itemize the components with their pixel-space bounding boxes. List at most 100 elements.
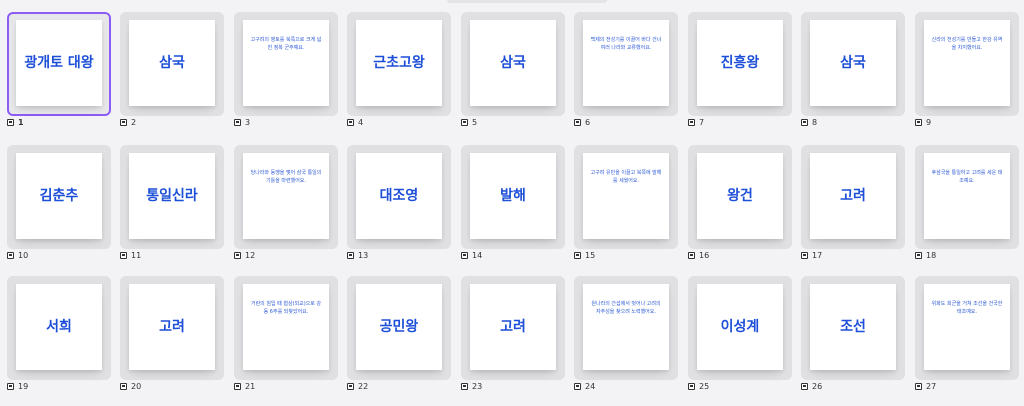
slide-thumbnail[interactable]: 발해 14 — [461, 145, 565, 263]
slide-frame[interactable]: 이성계 — [688, 276, 792, 380]
slide-frame[interactable]: 신라의 전성기를 만들고 한강 유역을 차지했어요. — [915, 12, 1019, 116]
slide-thumbnail[interactable]: 고려 17 — [801, 145, 905, 263]
slide-thumbnail[interactable]: 삼국 8 — [801, 12, 905, 130]
slide-footer: 19 — [7, 381, 28, 391]
slide-frame[interactable]: 김춘추 — [7, 145, 111, 249]
slide-footer: 27 — [915, 381, 936, 391]
slide-thumbnail[interactable]: 광개토 대왕 1 — [7, 12, 111, 130]
slide-frame[interactable]: 고려 — [801, 145, 905, 249]
slide-icon — [347, 382, 354, 390]
slide-number: 27 — [926, 381, 937, 391]
slide-number: 24 — [585, 381, 596, 391]
slide-icon — [347, 251, 354, 259]
slide-number: 7 — [699, 117, 705, 127]
slide-frame[interactable]: 후삼국을 통일하고 고려를 세운 태조예요. — [915, 145, 1019, 249]
slide-footer: 2 — [120, 117, 136, 127]
slide-thumbnail[interactable]: 후삼국을 통일하고 고려를 세운 태조예요. 18 — [915, 145, 1019, 263]
slide-thumbnail[interactable]: 원나라의 간섭에서 벗어나 고려의 자주성을 찾으려 노력했어요. 24 — [574, 276, 678, 394]
slide-frame[interactable]: 삼국 — [120, 12, 224, 116]
slide-footer: 17 — [801, 250, 822, 260]
slide-body-text: 백제의 전성기를 이끌어 바다 건너 여러 나라와 교류했어요. — [590, 37, 662, 51]
slide-body-text: 위화도 회군을 거쳐 조선을 건국한 태조예요. — [931, 301, 1003, 315]
slide-thumbnail[interactable]: 통일신라 11 — [120, 145, 224, 263]
slide-icon — [915, 382, 922, 390]
slide-card: 진흥왕 — [697, 20, 783, 106]
slide-card: 왕건 — [697, 153, 783, 239]
slide-number: 25 — [699, 381, 710, 391]
slide-frame[interactable]: 원나라의 간섭에서 벗어나 고려의 자주성을 찾으려 노력했어요. — [574, 276, 678, 380]
slide-frame[interactable]: 통일신라 — [120, 145, 224, 249]
slide-footer: 12 — [234, 250, 255, 260]
slide-frame[interactable]: 고려 — [461, 276, 565, 380]
slide-number: 11 — [131, 250, 142, 260]
slide-thumbnail[interactable]: 고려 20 — [120, 276, 224, 394]
slide-thumbnail[interactable]: 이성계 25 — [688, 276, 792, 394]
slide-number: 22 — [358, 381, 369, 391]
slide-thumbnail[interactable]: 서희 19 — [7, 276, 111, 394]
slide-icon — [574, 251, 581, 259]
slide-frame[interactable]: 고려 — [120, 276, 224, 380]
slide-thumbnail[interactable]: 조선 26 — [801, 276, 905, 394]
slide-thumbnail[interactable]: 고려 23 — [461, 276, 565, 394]
slide-frame[interactable]: 삼국 — [801, 12, 905, 116]
slide-frame[interactable]: 위화도 회군을 거쳐 조선을 건국한 태조예요. — [915, 276, 1019, 380]
slide-number: 6 — [585, 117, 591, 127]
slide-thumbnail[interactable]: 공민왕 22 — [347, 276, 451, 394]
slide-thumbnail[interactable]: 삼국 2 — [120, 12, 224, 130]
slide-thumbnail[interactable]: 근초고왕 4 — [347, 12, 451, 130]
slide-card: 고려 — [470, 284, 556, 370]
slide-number: 5 — [472, 117, 478, 127]
slide-icon — [915, 251, 922, 259]
slide-footer: 6 — [574, 117, 590, 127]
slide-number: 13 — [358, 250, 369, 260]
slide-thumbnail[interactable]: 거란의 침입 때 협상(외교)으로 강동 6주를 되찾았어요. 21 — [234, 276, 338, 394]
slide-body-text: 고구려의 영토를 북쪽으로 크게 넓힌 정복 군주예요. — [250, 37, 322, 51]
slide-frame[interactable]: 삼국 — [461, 12, 565, 116]
slide-title: 고려 — [840, 188, 866, 204]
slide-icon — [688, 382, 695, 390]
slide-thumbnail[interactable]: 대조영 13 — [347, 145, 451, 263]
slide-thumbnail[interactable]: 삼국 5 — [461, 12, 565, 130]
slide-card: 후삼국을 통일하고 고려를 세운 태조예요. — [924, 153, 1010, 239]
slide-thumbnail[interactable]: 위화도 회군을 거쳐 조선을 건국한 태조예요. 27 — [915, 276, 1019, 394]
slide-frame[interactable]: 조선 — [801, 276, 905, 380]
slide-thumbnail[interactable]: 진흥왕 7 — [688, 12, 792, 130]
slide-icon — [120, 251, 127, 259]
slide-frame[interactable]: 근초고왕 — [347, 12, 451, 116]
slide-frame[interactable]: 발해 — [461, 145, 565, 249]
slide-number: 26 — [812, 381, 823, 391]
slide-frame[interactable]: 당나라와 동맹을 맺어 삼국 통일의 기틀을 마련했어요. — [234, 145, 338, 249]
slide-thumbnail[interactable]: 고구려의 영토를 북쪽으로 크게 넓힌 정복 군주예요. 3 — [234, 12, 338, 130]
slide-title: 서희 — [46, 319, 72, 335]
slide-number: 16 — [699, 250, 710, 260]
slide-thumbnail[interactable]: 백제의 전성기를 이끌어 바다 건너 여러 나라와 교류했어요. 6 — [574, 12, 678, 130]
slide-frame[interactable]: 거란의 침입 때 협상(외교)으로 강동 6주를 되찾았어요. — [234, 276, 338, 380]
slide-thumbnail[interactable]: 고구려 유민을 이끌고 북쪽에 발해를 세웠어요. 15 — [574, 145, 678, 263]
slide-frame[interactable]: 고구려의 영토를 북쪽으로 크게 넓힌 정복 군주예요. — [234, 12, 338, 116]
slide-number: 10 — [18, 250, 29, 260]
slide-icon — [7, 118, 14, 126]
slide-card: 이성계 — [697, 284, 783, 370]
slide-frame[interactable]: 백제의 전성기를 이끌어 바다 건너 여러 나라와 교류했어요. — [574, 12, 678, 116]
slide-card: 삼국 — [470, 20, 556, 106]
slide-frame[interactable]: 대조영 — [347, 145, 451, 249]
slide-frame[interactable]: 왕건 — [688, 145, 792, 249]
slide-frame[interactable]: 진흥왕 — [688, 12, 792, 116]
slide-frame[interactable]: 서희 — [7, 276, 111, 380]
slide-grid: 광개토 대왕 1 삼국 2 고구려의 영토를 북쪽으로 크게 넓힌 정복 군주예요. 3 근… — [0, 0, 1024, 406]
slide-thumbnail[interactable]: 신라의 전성기를 만들고 한강 유역을 차지했어요. 9 — [915, 12, 1019, 130]
slide-title: 고려 — [500, 319, 526, 335]
slide-frame[interactable]: 공민왕 — [347, 276, 451, 380]
slide-frame[interactable]: 광개토 대왕 — [7, 12, 111, 116]
slide-number: 8 — [812, 117, 818, 127]
slide-footer: 25 — [688, 381, 709, 391]
slide-icon — [801, 251, 808, 259]
slide-thumbnail[interactable]: 왕건 16 — [688, 145, 792, 263]
slide-title: 대조영 — [379, 188, 419, 204]
slide-body-text: 거란의 침입 때 협상(외교)으로 강동 6주를 되찾았어요. — [250, 301, 322, 315]
slide-number: 9 — [926, 117, 932, 127]
slide-thumbnail[interactable]: 당나라와 동맹을 맺어 삼국 통일의 기틀을 마련했어요. 12 — [234, 145, 338, 263]
slide-thumbnail[interactable]: 김춘추 10 — [7, 145, 111, 263]
slide-frame[interactable]: 고구려 유민을 이끌고 북쪽에 발해를 세웠어요. — [574, 145, 678, 249]
slide-body-text: 당나라와 동맹을 맺어 삼국 통일의 기틀을 마련했어요. — [250, 170, 322, 184]
